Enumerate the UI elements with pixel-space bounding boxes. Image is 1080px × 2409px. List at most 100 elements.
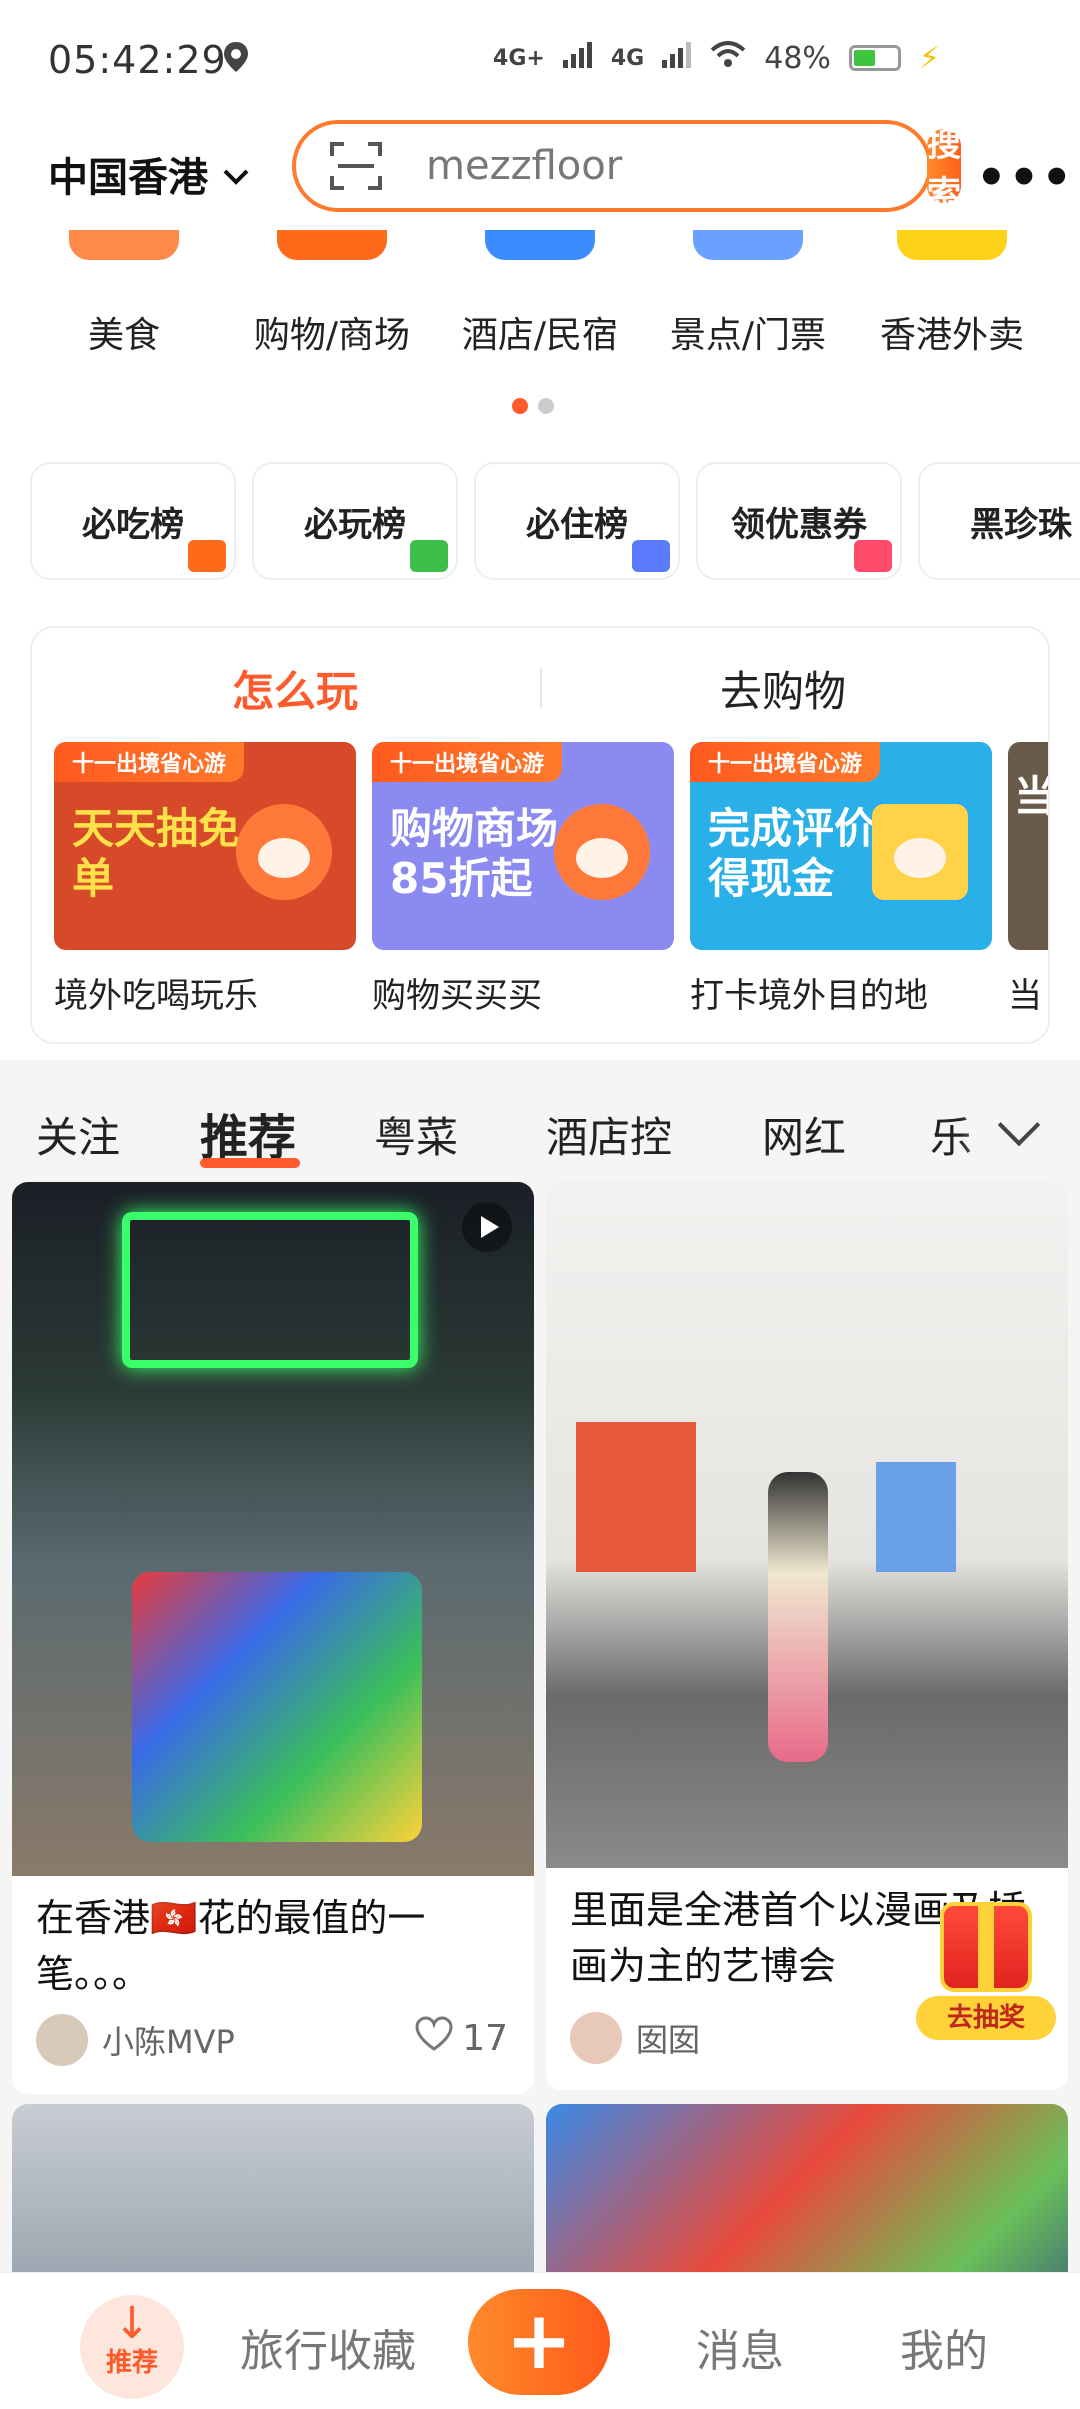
mascot-icon [236, 804, 332, 900]
network-1: 4G+ [493, 45, 545, 71]
category-label: 美食 [87, 315, 160, 356]
hotel-icon [485, 230, 595, 260]
region-label: 中国香港 [48, 155, 208, 201]
category-hotel[interactable]: 酒店/民宿 [440, 230, 640, 358]
heart-icon [414, 2016, 454, 2061]
signal-icon-2 [662, 41, 692, 76]
promo-banner-shopping[interactable]: 十一出境省心游 购物商场85折起 [372, 742, 674, 950]
lottery-label: 去抽奖 [916, 1996, 1056, 2040]
nav-recommend-label: 推荐 [105, 2348, 158, 2378]
feed-author[interactable]: 囡囡 [570, 2012, 700, 2064]
region-selector[interactable]: 中国香港 [48, 145, 250, 203]
tab-cantonese[interactable]: 粤菜 [374, 1104, 458, 1165]
page-dot [538, 398, 554, 414]
more-icon[interactable]: ••• [976, 150, 1074, 206]
lottery-float-button[interactable]: 去抽奖 [916, 1896, 1056, 2046]
feed-image [546, 1182, 1068, 1868]
category-shopping[interactable]: 购物/商场 [232, 230, 432, 358]
chip-deco-icon [410, 540, 448, 572]
chip-label: 必吃榜 [82, 504, 184, 545]
category-attraction[interactable]: 景点/门票 [648, 230, 848, 358]
status-indicators: 4G+ 4G 48% ⚡ [493, 40, 940, 76]
promo-caption: 当 [1008, 976, 1042, 1016]
category-label: 酒店/民宿 [461, 315, 619, 356]
avatar [570, 2012, 622, 2064]
chip-must-play[interactable]: 必玩榜 [252, 462, 458, 580]
tab-follow[interactable]: 关注 [36, 1104, 120, 1165]
promo-tag: 十一出境省心游 [54, 742, 245, 782]
gift-ribbon [978, 1902, 994, 1992]
author-name: 小陈MVP [102, 2023, 235, 2061]
chip-black-pearl[interactable]: 黑珍珠 [918, 462, 1080, 580]
feed-card[interactable]: 在香港🇭🇰花的最值的一笔。。。 小陈MVP 17 [12, 1182, 534, 2094]
chip-deco-icon [188, 540, 226, 572]
promo-caption: 购物买买买 [372, 976, 542, 1016]
chip-deco-icon [632, 540, 670, 572]
nav-recommend[interactable]: ↓ 推荐 [80, 2295, 184, 2399]
category-delivery[interactable]: 香港外卖 [852, 230, 1052, 358]
artwork-image [576, 1422, 696, 1572]
search-input[interactable] [424, 142, 927, 190]
chip-label: 必玩榜 [304, 504, 406, 545]
artwork-image [876, 1462, 956, 1572]
battery-percent: 48% [764, 40, 831, 76]
page-indicator [512, 398, 554, 414]
delivery-icon [897, 230, 1007, 260]
promo-banner-partial[interactable]: 当 [1008, 742, 1048, 950]
promo-banner-free-order[interactable]: 十一出境省心游 天天抽免单 [54, 742, 356, 950]
network-2: 4G [610, 45, 645, 71]
category-food[interactable]: 美食 [24, 230, 224, 358]
category-label: 购物/商场 [253, 315, 411, 356]
rank-chips: 必吃榜 必玩榜 必住榜 领优惠券 黑珍珠 [30, 462, 1080, 580]
coupon-icon [872, 804, 968, 900]
search-bar[interactable]: 搜索 [292, 120, 961, 214]
attraction-icon [693, 230, 803, 260]
chip-label: 黑珍珠 [970, 504, 1072, 545]
chip-coupons[interactable]: 领优惠券 [696, 462, 902, 580]
category-row: 美食 购物/商场 酒店/民宿 景点/门票 香港外卖 [0, 230, 1080, 370]
chip-must-eat[interactable]: 必吃榜 [30, 462, 236, 580]
category-label: 景点/门票 [669, 315, 827, 356]
promo-headline: 当 [1014, 772, 1048, 822]
add-post-button[interactable]: + [468, 2289, 610, 2395]
tab-go-shopping[interactable]: 去购物 [720, 658, 846, 719]
scan-icon[interactable] [326, 136, 386, 196]
promo-caption: 境外吃喝玩乐 [54, 976, 258, 1016]
play-icon [462, 1202, 512, 1252]
feed-author[interactable]: 小陈MVP [36, 2014, 235, 2066]
feed-title: 在香港🇭🇰花的最值的一笔。。。 [36, 1896, 426, 1996]
promo-banner-review-cash[interactable]: 十一出境省心游 完成评价得现金 [690, 742, 992, 950]
arrow-down-icon: ↓ [113, 2298, 151, 2349]
nav-messages[interactable]: 消息 [696, 2315, 784, 2379]
page-dot-active [512, 398, 528, 414]
charging-icon: ⚡ [918, 40, 940, 76]
magnet-cube-image [132, 1572, 422, 1842]
neon-sign-image [122, 1212, 418, 1368]
tab-hotel[interactable]: 酒店控 [546, 1104, 672, 1165]
bottom-nav: ↓ 推荐 旅行收藏 + 消息 我的 [0, 2272, 1080, 2409]
battery-icon [848, 45, 901, 71]
avatar [36, 2014, 88, 2066]
chip-label: 领优惠券 [731, 504, 867, 545]
tab-how-to-play[interactable]: 怎么玩 [232, 658, 358, 719]
status-time: 05:42:29 [48, 38, 227, 82]
chip-must-stay[interactable]: 必住榜 [474, 462, 680, 580]
tab-active-indicator [200, 1158, 300, 1168]
tab-influencer[interactable]: 网红 [762, 1104, 846, 1165]
like-button[interactable]: 17 [414, 2016, 508, 2061]
author-name: 囡囡 [636, 2021, 701, 2059]
wifi-icon [710, 40, 746, 76]
promo-caption: 打卡境外目的地 [690, 976, 928, 1016]
location-icon [222, 40, 250, 78]
search-button[interactable]: 搜索 [927, 125, 961, 214]
feed-tabs: 关注 推荐 粤菜 酒店控 网红 乐 [0, 1060, 1080, 1170]
nav-favorites[interactable]: 旅行收藏 [240, 2315, 416, 2379]
promo-tag: 十一出境省心游 [372, 742, 563, 782]
nav-mine[interactable]: 我的 [900, 2315, 988, 2379]
chevron-down-icon [222, 151, 250, 197]
shopping-icon [277, 230, 387, 260]
category-label: 香港外卖 [879, 315, 1024, 356]
signal-icon [562, 41, 593, 76]
activity-card: 怎么玩 去购物 十一出境省心游 天天抽免单 境外吃喝玩乐 十一出境省心游 购物商… [30, 626, 1050, 1044]
promo-tag: 十一出境省心游 [690, 742, 881, 782]
